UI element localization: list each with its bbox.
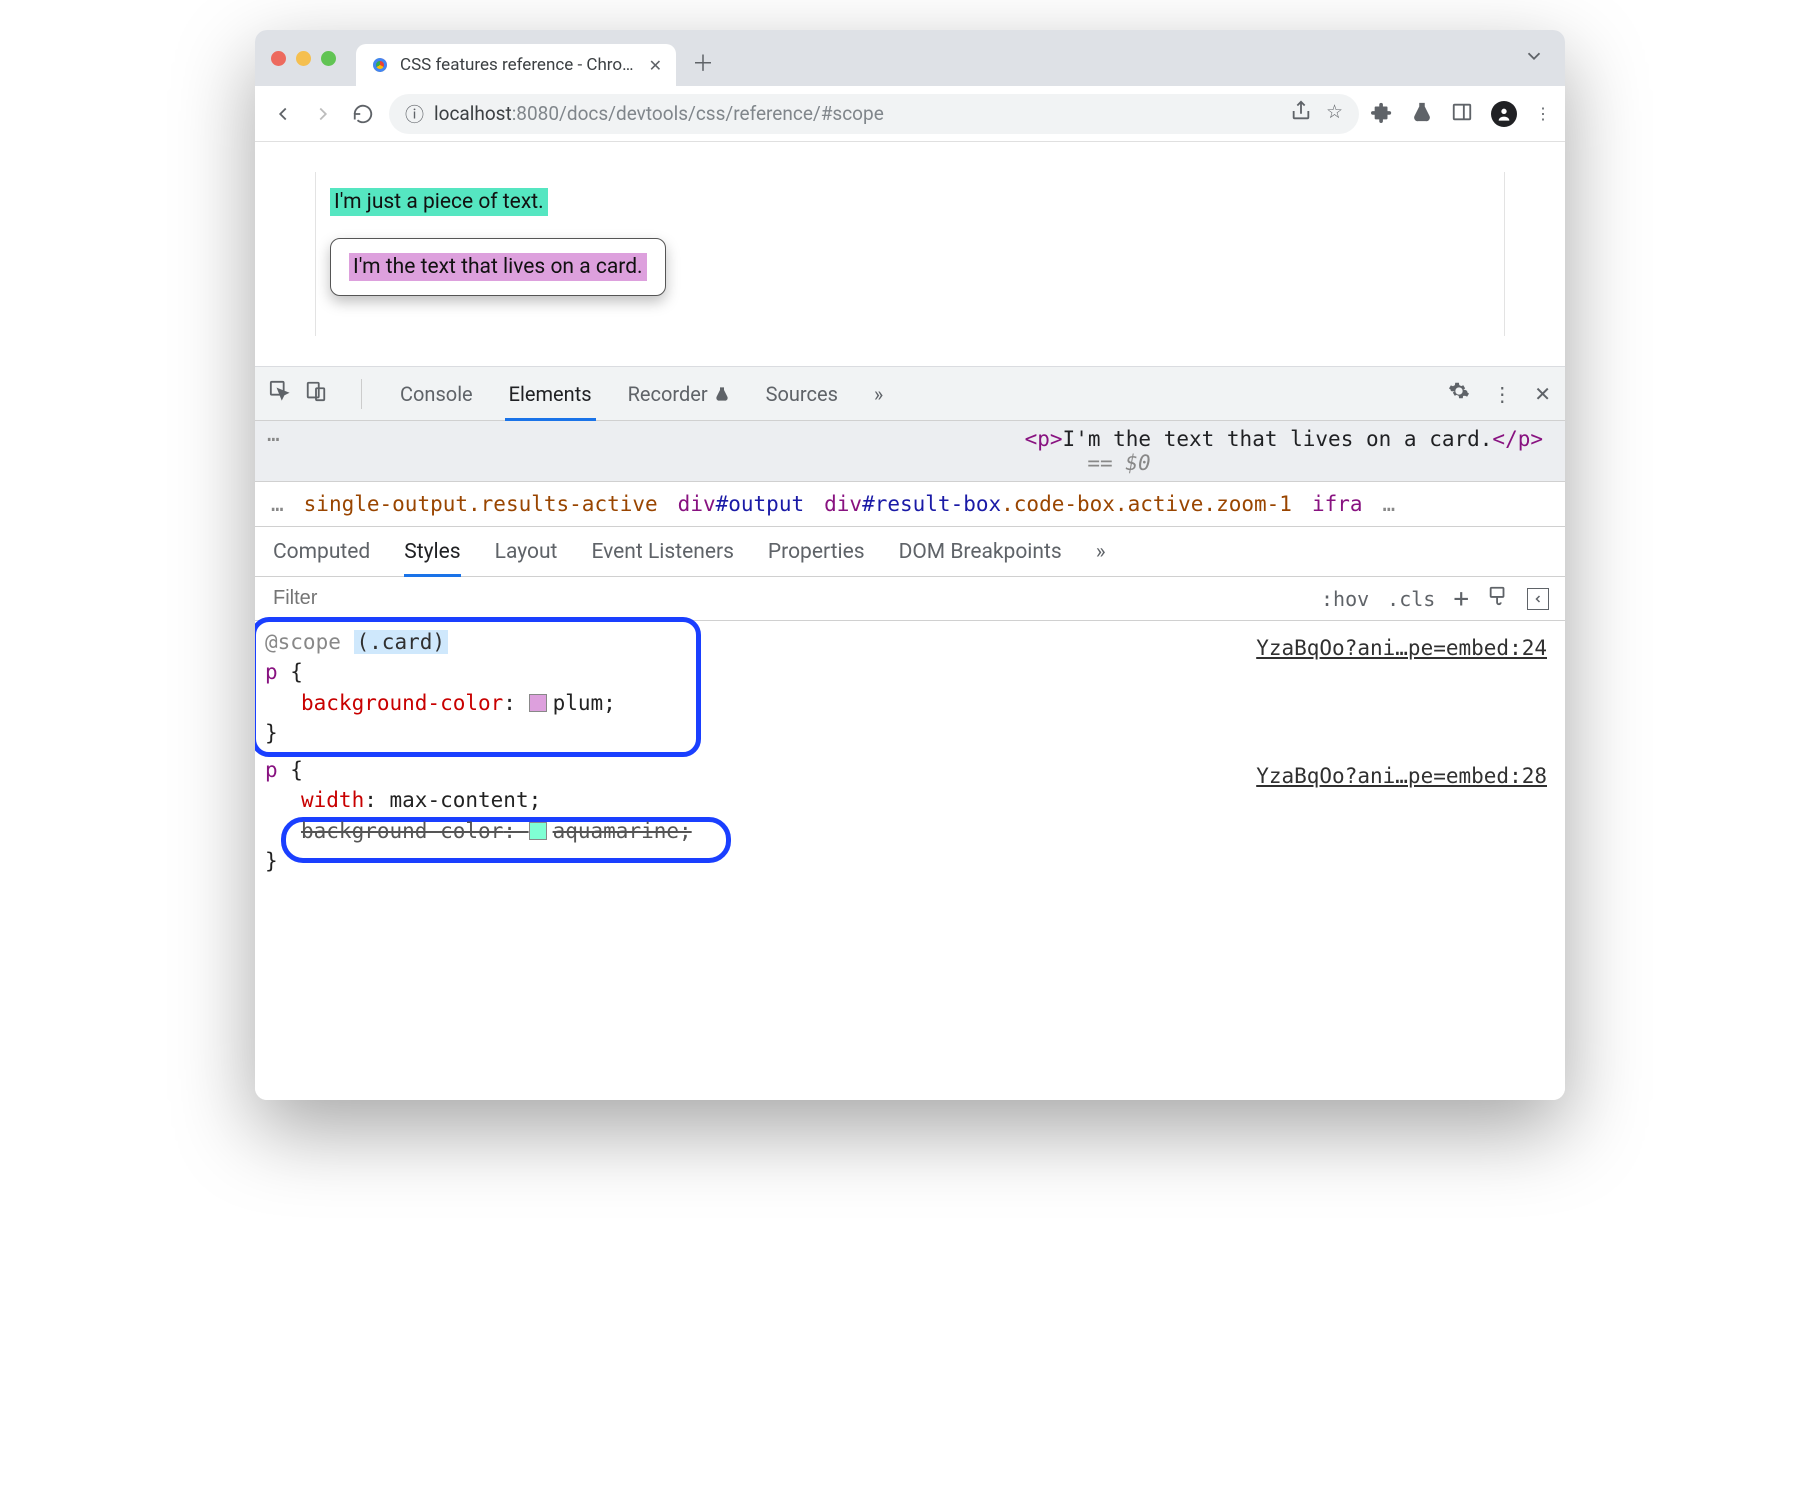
bookmark-icon[interactable]: ☆ xyxy=(1326,100,1343,127)
minimize-window-button[interactable] xyxy=(296,51,311,66)
breadcrumb-item[interactable]: div#result-box.code-box.active.zoom-1 xyxy=(824,492,1292,516)
tab-recorder[interactable]: Recorder xyxy=(624,367,734,420)
subtab-styles[interactable]: Styles xyxy=(404,527,460,576)
css-rule-p[interactable]: YzaBqOo?ani…pe=embed:28 p { width: max-c… xyxy=(265,755,1555,877)
profile-avatar-icon[interactable] xyxy=(1491,101,1517,127)
styles-filter-input[interactable] xyxy=(271,586,1307,611)
css-value-overridden[interactable]: aquamarine xyxy=(553,819,679,843)
css-property-overridden[interactable]: background-color xyxy=(301,819,503,843)
cls-toggle[interactable]: .cls xyxy=(1387,587,1435,611)
subtab-properties[interactable]: Properties xyxy=(768,527,865,576)
more-tabs-icon[interactable]: » xyxy=(870,367,887,420)
breadcrumb-item[interactable]: single-output.results-active xyxy=(304,492,658,516)
devtools-close-icon[interactable]: ✕ xyxy=(1534,382,1551,406)
styles-filter-bar: :hov .cls + xyxy=(255,577,1565,621)
css-value[interactable]: plum xyxy=(553,691,604,715)
subtab-computed[interactable]: Computed xyxy=(273,527,370,576)
color-swatch-icon[interactable] xyxy=(529,694,547,712)
new-style-rule-button[interactable]: + xyxy=(1453,584,1469,614)
reload-button[interactable] xyxy=(349,100,377,128)
dom-tree-selected-node[interactable]: ⋯ <p>I'm the text that lives on a card.<… xyxy=(255,421,1565,482)
browser-tab[interactable]: CSS features reference - Chrome ✕ xyxy=(356,44,676,86)
browser-toolbar: ⓘ localhost:8080/docs/devtools/css/refer… xyxy=(255,86,1565,142)
tab-strip: CSS features reference - Chrome ✕ ＋ xyxy=(255,30,1565,86)
css-property[interactable]: width xyxy=(301,788,364,812)
settings-gear-icon[interactable] xyxy=(1448,380,1470,407)
breadcrumb-item[interactable]: div#output xyxy=(678,492,804,516)
color-swatch-icon[interactable] xyxy=(529,822,547,840)
labs-icon[interactable] xyxy=(1411,101,1433,127)
styles-subtabs: Computed Styles Layout Event Listeners P… xyxy=(255,527,1565,577)
device-toggle-icon[interactable] xyxy=(305,380,327,407)
page-viewport: I'm just a piece of text. I'm the text t… xyxy=(255,142,1565,367)
sidepanel-icon[interactable] xyxy=(1451,101,1473,127)
share-icon[interactable] xyxy=(1290,100,1312,127)
window-controls xyxy=(271,51,336,66)
chrome-favicon-icon xyxy=(370,55,390,75)
card-paragraph: I'm the text that lives on a card. xyxy=(349,253,647,281)
tab-console[interactable]: Console xyxy=(396,367,477,420)
url-text: localhost:8080/docs/devtools/css/referen… xyxy=(434,102,884,125)
forward-button[interactable] xyxy=(309,100,337,128)
site-info-icon[interactable]: ⓘ xyxy=(405,100,424,127)
paint-flashing-icon[interactable] xyxy=(1487,585,1509,612)
card-container: I'm the text that lives on a card. xyxy=(330,238,666,296)
new-tab-button[interactable]: ＋ xyxy=(686,45,720,79)
toggle-sidebar-icon[interactable] xyxy=(1527,588,1549,610)
hov-toggle[interactable]: :hov xyxy=(1321,587,1369,611)
subtab-dom-breakpoints[interactable]: DOM Breakpoints xyxy=(899,527,1062,576)
styles-pane: YzaBqOo?ani…pe=embed:24 @scope (.card) p… xyxy=(255,621,1565,893)
rule-source-link[interactable]: YzaBqOo?ani…pe=embed:24 xyxy=(1256,633,1547,663)
browser-window: CSS features reference - Chrome ✕ ＋ ⓘ lo… xyxy=(255,30,1565,1100)
dom-breadcrumbs[interactable]: … single-output.results-active div#outpu… xyxy=(255,482,1565,527)
extensions-icon[interactable] xyxy=(1371,101,1393,127)
css-property[interactable]: background-color xyxy=(301,691,503,715)
close-tab-icon[interactable]: ✕ xyxy=(649,56,662,75)
css-rule-scope[interactable]: YzaBqOo?ani…pe=embed:24 @scope (.card) p… xyxy=(265,627,1555,749)
tab-title: CSS features reference - Chrome xyxy=(400,55,639,75)
address-bar[interactable]: ⓘ localhost:8080/docs/devtools/css/refer… xyxy=(389,94,1359,134)
plain-paragraph: I'm just a piece of text. xyxy=(330,188,548,216)
css-value[interactable]: max-content xyxy=(390,788,529,812)
kebab-menu-icon[interactable]: ⋮ xyxy=(1535,104,1551,123)
inspect-element-icon[interactable] xyxy=(269,380,291,407)
close-window-button[interactable] xyxy=(271,51,286,66)
rule-source-link[interactable]: YzaBqOo?ani…pe=embed:28 xyxy=(1256,761,1547,791)
breadcrumb-item[interactable]: ifra xyxy=(1312,492,1363,516)
more-subtabs-icon[interactable]: » xyxy=(1096,527,1106,576)
fullscreen-window-button[interactable] xyxy=(321,51,336,66)
dom-collapsed-icon[interactable]: ⋯ xyxy=(267,427,282,451)
window-chevron-icon[interactable] xyxy=(1523,45,1545,71)
tab-sources[interactable]: Sources xyxy=(762,367,842,420)
dom-console-hint: == $0 xyxy=(1087,451,1150,475)
devtools-kebab-icon[interactable]: ⋮ xyxy=(1492,382,1512,406)
subtab-event-listeners[interactable]: Event Listeners xyxy=(591,527,733,576)
devtools-main-tabs: Console Elements Recorder Sources » ⋮ ✕ xyxy=(255,367,1565,421)
subtab-layout[interactable]: Layout xyxy=(495,527,558,576)
devtools-panel: Console Elements Recorder Sources » ⋮ ✕ … xyxy=(255,367,1565,1100)
back-button[interactable] xyxy=(269,100,297,128)
tab-elements[interactable]: Elements xyxy=(505,367,596,420)
